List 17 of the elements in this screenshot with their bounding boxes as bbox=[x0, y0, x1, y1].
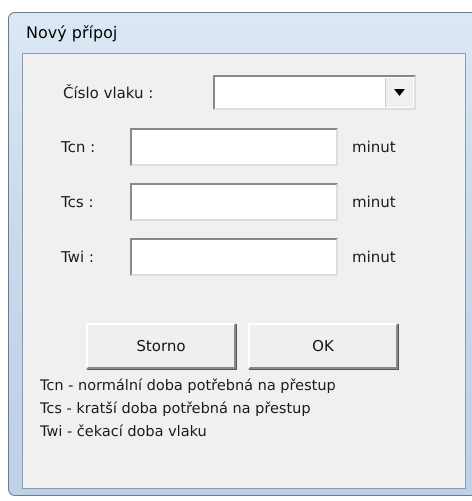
unit-label: minut bbox=[352, 248, 396, 266]
ok-button[interactable]: OK bbox=[248, 323, 398, 369]
legend-text: Tcn - normální doba potřebná na přestup bbox=[40, 377, 337, 396]
minutes-input[interactable] bbox=[130, 182, 338, 220]
window-title: Nový přípoj bbox=[25, 22, 118, 43]
dropdown-arrow-icon[interactable] bbox=[394, 89, 405, 96]
field-label: Tcn : bbox=[61, 138, 96, 156]
cancel-button[interactable]: Storno bbox=[86, 323, 236, 369]
minutes-input[interactable] bbox=[130, 238, 338, 276]
field-label: Tcs : bbox=[61, 192, 94, 210]
field-label: Číslo vlaku : bbox=[63, 84, 154, 102]
unit-label: minut bbox=[352, 138, 396, 156]
field-label: Twi : bbox=[61, 248, 95, 266]
unit-label: minut bbox=[352, 192, 396, 210]
legend-text: Twi - čekací doba vlaku bbox=[40, 423, 208, 442]
legend-text: Tcs - kratší doba potřebná na přestup bbox=[40, 400, 312, 419]
minutes-input[interactable] bbox=[130, 128, 338, 166]
